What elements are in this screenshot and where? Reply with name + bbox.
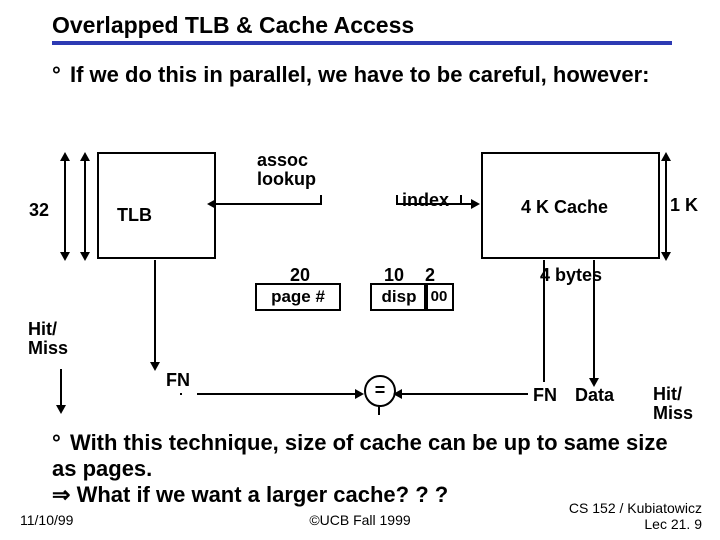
arrow-hitmiss-left	[60, 369, 62, 407]
arrowhead-icon	[60, 152, 70, 161]
line-fn-eq	[197, 393, 357, 395]
arrow-cache-fn	[543, 260, 545, 382]
arrowhead-icon	[60, 252, 70, 261]
footer-course: CS 152 / KubiatowiczLec 21. 9	[569, 500, 702, 532]
arrowhead-icon	[589, 378, 599, 387]
label-32: 32	[29, 200, 49, 221]
arrowhead-icon	[207, 199, 216, 209]
line	[214, 203, 321, 205]
arrowhead-icon	[471, 199, 480, 209]
slide-header: Overlapped TLB & Cache Access	[52, 12, 672, 45]
line	[460, 195, 462, 205]
arrow-tlb-fn	[154, 260, 156, 365]
label-index: index	[402, 190, 449, 211]
arrow-32bits-right	[84, 160, 86, 254]
slide-title: Overlapped TLB & Cache Access	[52, 12, 672, 41]
bullet-technique: °With this technique, size of cache can …	[52, 430, 672, 508]
label-assoc-lookup: assoclookup	[257, 151, 316, 189]
bullet-marker: °	[52, 430, 70, 456]
box-page: page #	[255, 283, 341, 311]
line	[400, 393, 528, 395]
bullet-text: If we do this in parallel, we have to be…	[70, 62, 650, 87]
box-disp: disp	[370, 283, 428, 311]
label-fn-right: FN	[533, 385, 557, 406]
arrowhead-icon	[661, 152, 671, 161]
label-1k: 1 K	[670, 195, 698, 216]
implies-icon: ⇒	[52, 482, 70, 507]
arrowhead-icon	[80, 152, 90, 161]
arrow-32bits	[64, 160, 66, 254]
label-cache: 4 K Cache	[521, 197, 608, 218]
label-data: Data	[575, 385, 614, 406]
equals-comparator: =	[364, 375, 396, 407]
line	[180, 393, 182, 395]
arrow-cache-data	[593, 260, 595, 380]
label-hitmiss-right: Hit/Miss	[653, 385, 693, 423]
bullet-text: With this technique, size of cache can b…	[52, 430, 668, 481]
arrowhead-icon	[56, 405, 66, 414]
line	[378, 405, 380, 415]
arrow-1k	[665, 160, 667, 254]
arrowhead-icon	[150, 362, 160, 371]
label-tlb: TLB	[117, 205, 152, 226]
label-fn-left: FN	[166, 370, 190, 391]
arrowhead-icon	[80, 252, 90, 261]
arrowhead-icon	[393, 389, 402, 399]
box-00: 00	[424, 283, 454, 311]
label-hitmiss-left: Hit/Miss	[28, 320, 68, 358]
arrowhead-icon	[661, 252, 671, 261]
bullet-careful: °If we do this in parallel, we have to b…	[52, 62, 672, 88]
bullet-marker: °	[52, 62, 70, 88]
arrowhead-icon	[355, 389, 364, 399]
tlb-box	[97, 152, 216, 259]
